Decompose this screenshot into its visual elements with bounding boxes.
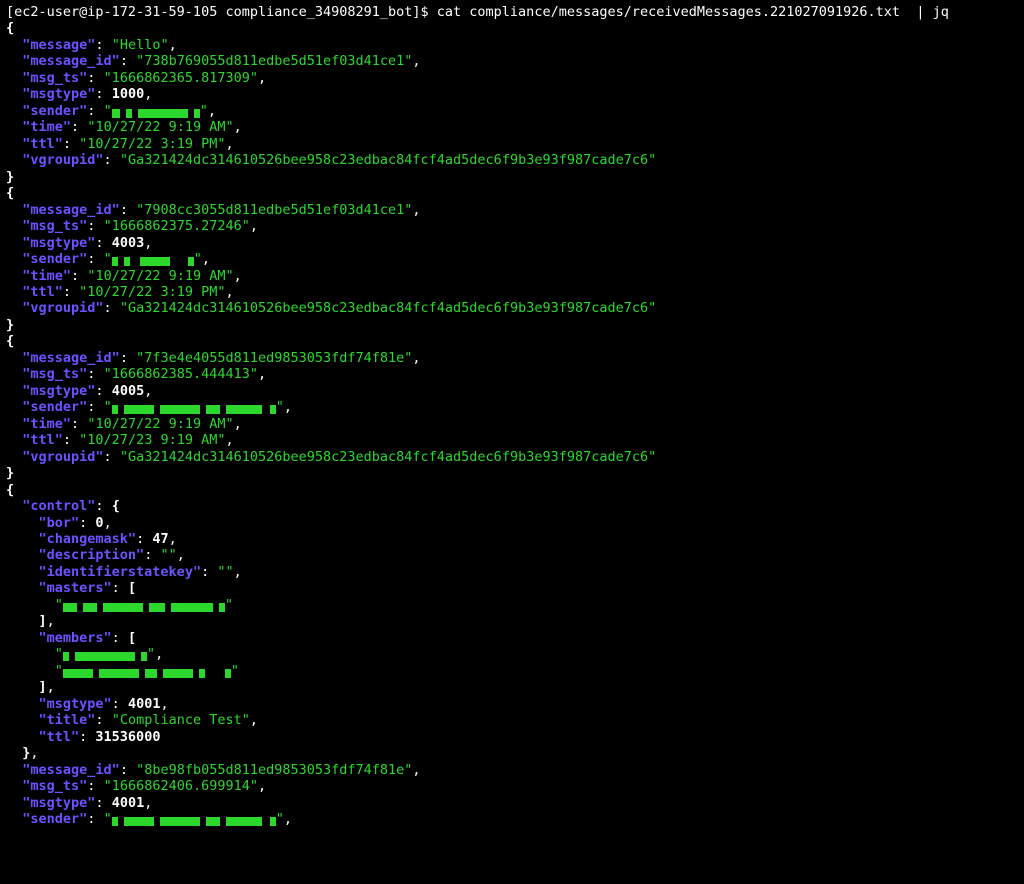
- jq-output: { "message": "Hello", "message_id": "738…: [6, 20, 1018, 827]
- shell-prompt: [ec2-user@ip-172-31-59-105 compliance_34…: [6, 4, 949, 20]
- terminal-output[interactable]: [ec2-user@ip-172-31-59-105 compliance_34…: [0, 0, 1024, 831]
